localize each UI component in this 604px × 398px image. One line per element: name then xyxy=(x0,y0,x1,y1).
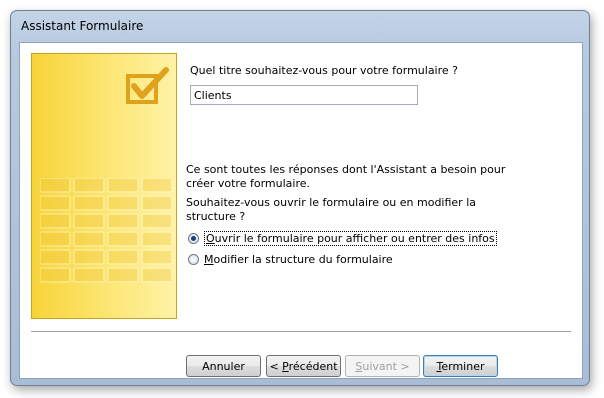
open-question-line1: Souhaitez-vous ouvrir le formulaire ou e… xyxy=(186,196,476,209)
modify-structure-option[interactable]: Modifier la structure du formulaire xyxy=(188,251,393,268)
button-separator xyxy=(31,331,571,333)
title-bar[interactable]: Assistant Formulaire xyxy=(11,11,589,41)
checkbox-check-icon xyxy=(126,67,169,104)
form-grid-icon xyxy=(40,178,173,283)
window-title: Assistant Formulaire xyxy=(21,19,144,33)
form-title-question: Quel titre souhaitez-vous pour votre for… xyxy=(190,64,459,77)
previous-button[interactable]: < Précédent xyxy=(266,355,341,377)
next-button[interactable]: Suivant > xyxy=(345,355,420,377)
wizard-illustration-panel xyxy=(31,53,177,319)
wizard-client-area: Quel titre souhaitez-vous pour votre for… xyxy=(19,42,583,379)
modify-structure-label[interactable]: Modifier la structure du formulaire xyxy=(204,253,393,266)
open-form-option[interactable]: Ouvrir le formulaire pour afficher ou en… xyxy=(188,230,497,247)
info-text-line2: créer votre formulaire. xyxy=(186,177,310,190)
cancel-button[interactable]: Annuler xyxy=(186,355,261,377)
finish-button[interactable]: Terminer xyxy=(423,355,498,377)
info-text-line1: Ce sont toutes les réponses dont l'Assis… xyxy=(186,163,506,176)
open-question-line2: structure ? xyxy=(186,210,246,223)
open-form-radio[interactable] xyxy=(188,233,199,244)
open-form-label[interactable]: Ouvrir le formulaire pour afficher ou en… xyxy=(204,231,497,246)
form-title-input[interactable] xyxy=(190,85,418,105)
modify-structure-radio[interactable] xyxy=(188,254,199,265)
wizard-window: Assistant Formulaire Quel titre souhaite… xyxy=(10,10,590,386)
